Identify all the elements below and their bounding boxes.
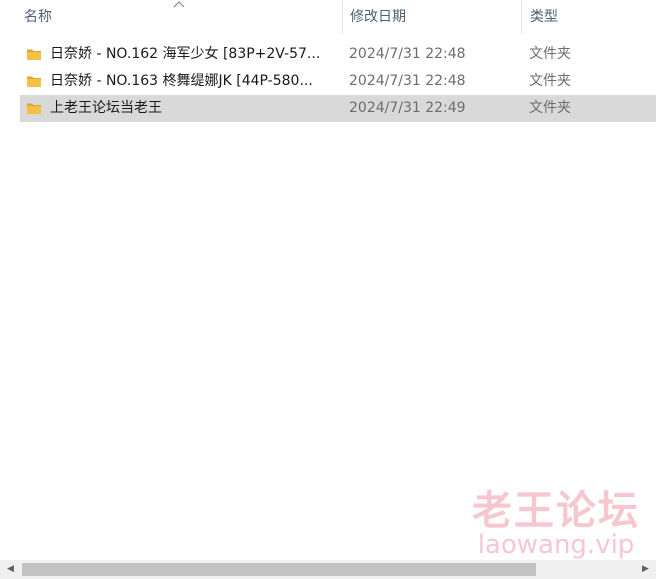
watermark-url: laowang.vip — [477, 530, 635, 560]
file-date-modified: 2024/7/31 22:49 — [349, 100, 466, 116]
horizontal-scrollbar[interactable]: ◀ ▶ — [0, 560, 656, 579]
file-date-modified: 2024/7/31 22:48 — [349, 73, 466, 89]
file-list: 日奈娇 - NO.162 海军少女 [83P+2V-57... 2024/7/3… — [20, 41, 656, 122]
folder-icon — [27, 49, 41, 60]
file-explorer-window: 名称 修改日期 类型 日奈娇 - NO.162 海军少女 [83P+2V-57.… — [0, 0, 656, 579]
file-type: 文件夹 — [529, 73, 571, 89]
folder-icon — [27, 103, 41, 114]
file-name: 日奈娇 - NO.162 海军少女 [83P+2V-57... — [50, 46, 321, 62]
file-row[interactable]: 日奈娇 - NO.162 海军少女 [83P+2V-57... 2024/7/3… — [20, 41, 656, 68]
file-row-selected[interactable]: 上老王论坛当老王 2024/7/31 22:49 文件夹 — [20, 95, 656, 122]
column-header-type[interactable]: 类型 — [522, 0, 656, 34]
scrollbar-thumb[interactable] — [22, 563, 536, 576]
file-type: 文件夹 — [529, 100, 571, 116]
watermark: 老王论坛 laowang.vip — [466, 488, 646, 560]
scroll-left-icon[interactable]: ◀ — [2, 560, 19, 579]
scroll-right-icon[interactable]: ▶ — [637, 560, 654, 579]
file-name: 上老王论坛当老王 — [50, 100, 162, 116]
column-header-name[interactable]: 名称 — [0, 0, 342, 34]
column-header-bar: 名称 修改日期 类型 — [0, 0, 656, 34]
watermark-title: 老王论坛 — [472, 488, 640, 534]
file-date-modified: 2024/7/31 22:48 — [349, 46, 466, 62]
file-row[interactable]: 日奈娇 - NO.163 柊舞缇娜JK [44P-580... 2024/7/3… — [20, 68, 656, 95]
folder-icon — [27, 76, 41, 87]
column-header-date-modified[interactable]: 修改日期 — [342, 0, 522, 34]
file-type: 文件夹 — [529, 46, 571, 62]
file-name: 日奈娇 - NO.163 柊舞缇娜JK [44P-580... — [50, 73, 313, 89]
